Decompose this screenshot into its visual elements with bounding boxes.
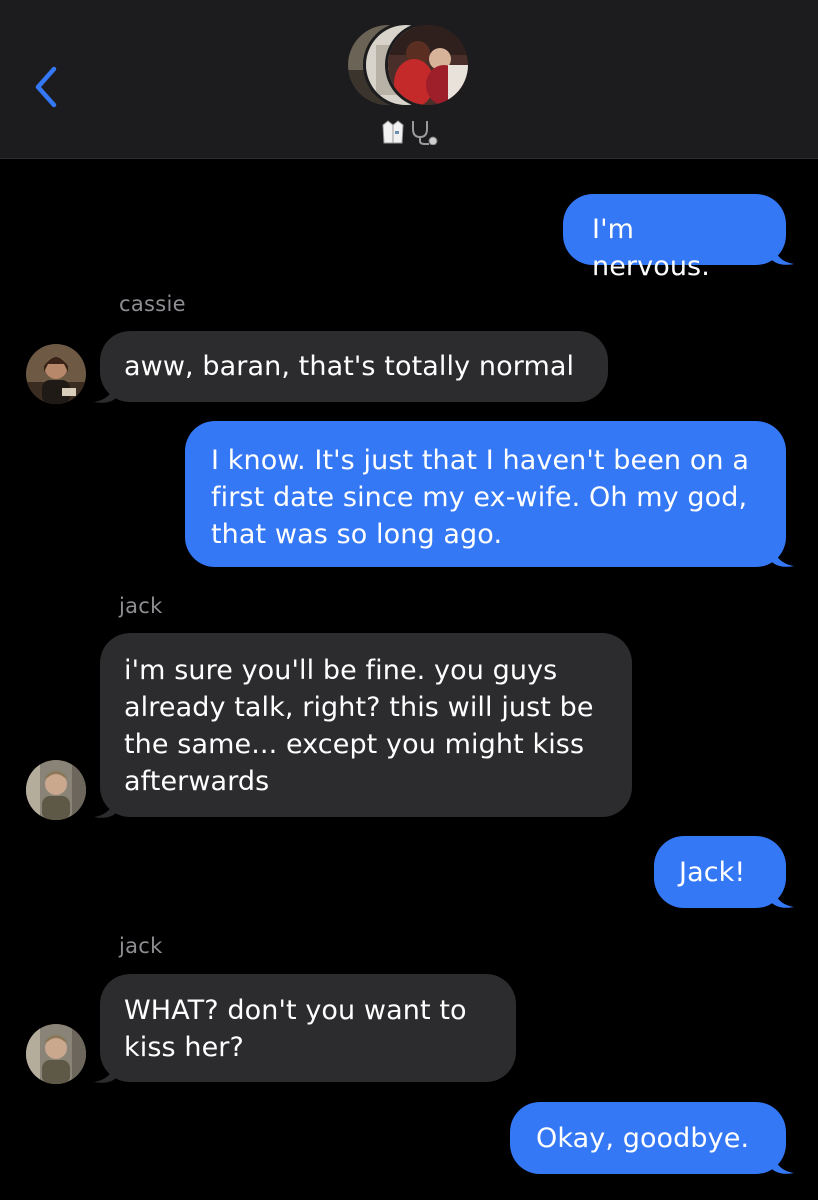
bubble-tail-outgoing <box>772 887 794 908</box>
avatar-jack[interactable] <box>26 1024 86 1084</box>
group-avatar-3 <box>385 22 471 108</box>
bubble-tail-outgoing <box>772 1153 794 1174</box>
sender-label-cassie: cassie <box>119 292 186 316</box>
message-bubble-incoming[interactable]: aww, baran, that's totally normal <box>100 331 608 402</box>
messages-screen: I'm nervous. cassie aww, baran, that's t… <box>0 0 818 1200</box>
message-bubble-outgoing[interactable]: Okay, goodbye. <box>510 1102 786 1174</box>
message-text: Jack! <box>679 857 746 888</box>
back-button[interactable] <box>26 62 66 112</box>
message-bubble-outgoing[interactable]: I'm nervous. <box>563 194 786 282</box>
message-text: Okay, goodbye. <box>536 1123 750 1154</box>
bubble-tail-incoming <box>94 382 116 403</box>
bubble-tail-outgoing <box>772 244 794 265</box>
message-text: i'm sure you'll be fine. you guys alread… <box>124 655 594 797</box>
group-name-icons[interactable] <box>380 118 440 146</box>
message-bubble-outgoing[interactable]: Jack! <box>654 836 786 908</box>
stethoscope-icon <box>412 121 438 145</box>
message-bubble-incoming[interactable]: i'm sure you'll be fine. you guys alread… <box>100 633 632 817</box>
message-bubble-incoming[interactable]: WHAT? don't you want to kiss her? <box>100 974 516 1082</box>
group-avatar-stack[interactable] <box>345 22 475 112</box>
message-text: I know. It's just that I haven't been on… <box>211 445 749 550</box>
message-text: WHAT? don't you want to kiss her? <box>124 995 467 1063</box>
message-text: aww, baran, that's totally normal <box>124 351 575 382</box>
message-text: I'm nervous. <box>592 214 710 282</box>
avatar-cassie[interactable] <box>26 344 86 404</box>
chevron-left-icon <box>35 66 57 108</box>
avatar-jack[interactable] <box>26 760 86 820</box>
lab-coat-icon <box>382 120 404 144</box>
conversation-header <box>0 0 818 159</box>
bubble-tail-incoming <box>94 797 116 818</box>
sender-label-jack: jack <box>119 594 163 618</box>
bubble-tail-incoming <box>94 1062 116 1083</box>
sender-label-jack: jack <box>119 934 163 958</box>
message-bubble-outgoing[interactable]: I know. It's just that I haven't been on… <box>185 421 786 567</box>
bubble-tail-outgoing <box>772 546 794 567</box>
